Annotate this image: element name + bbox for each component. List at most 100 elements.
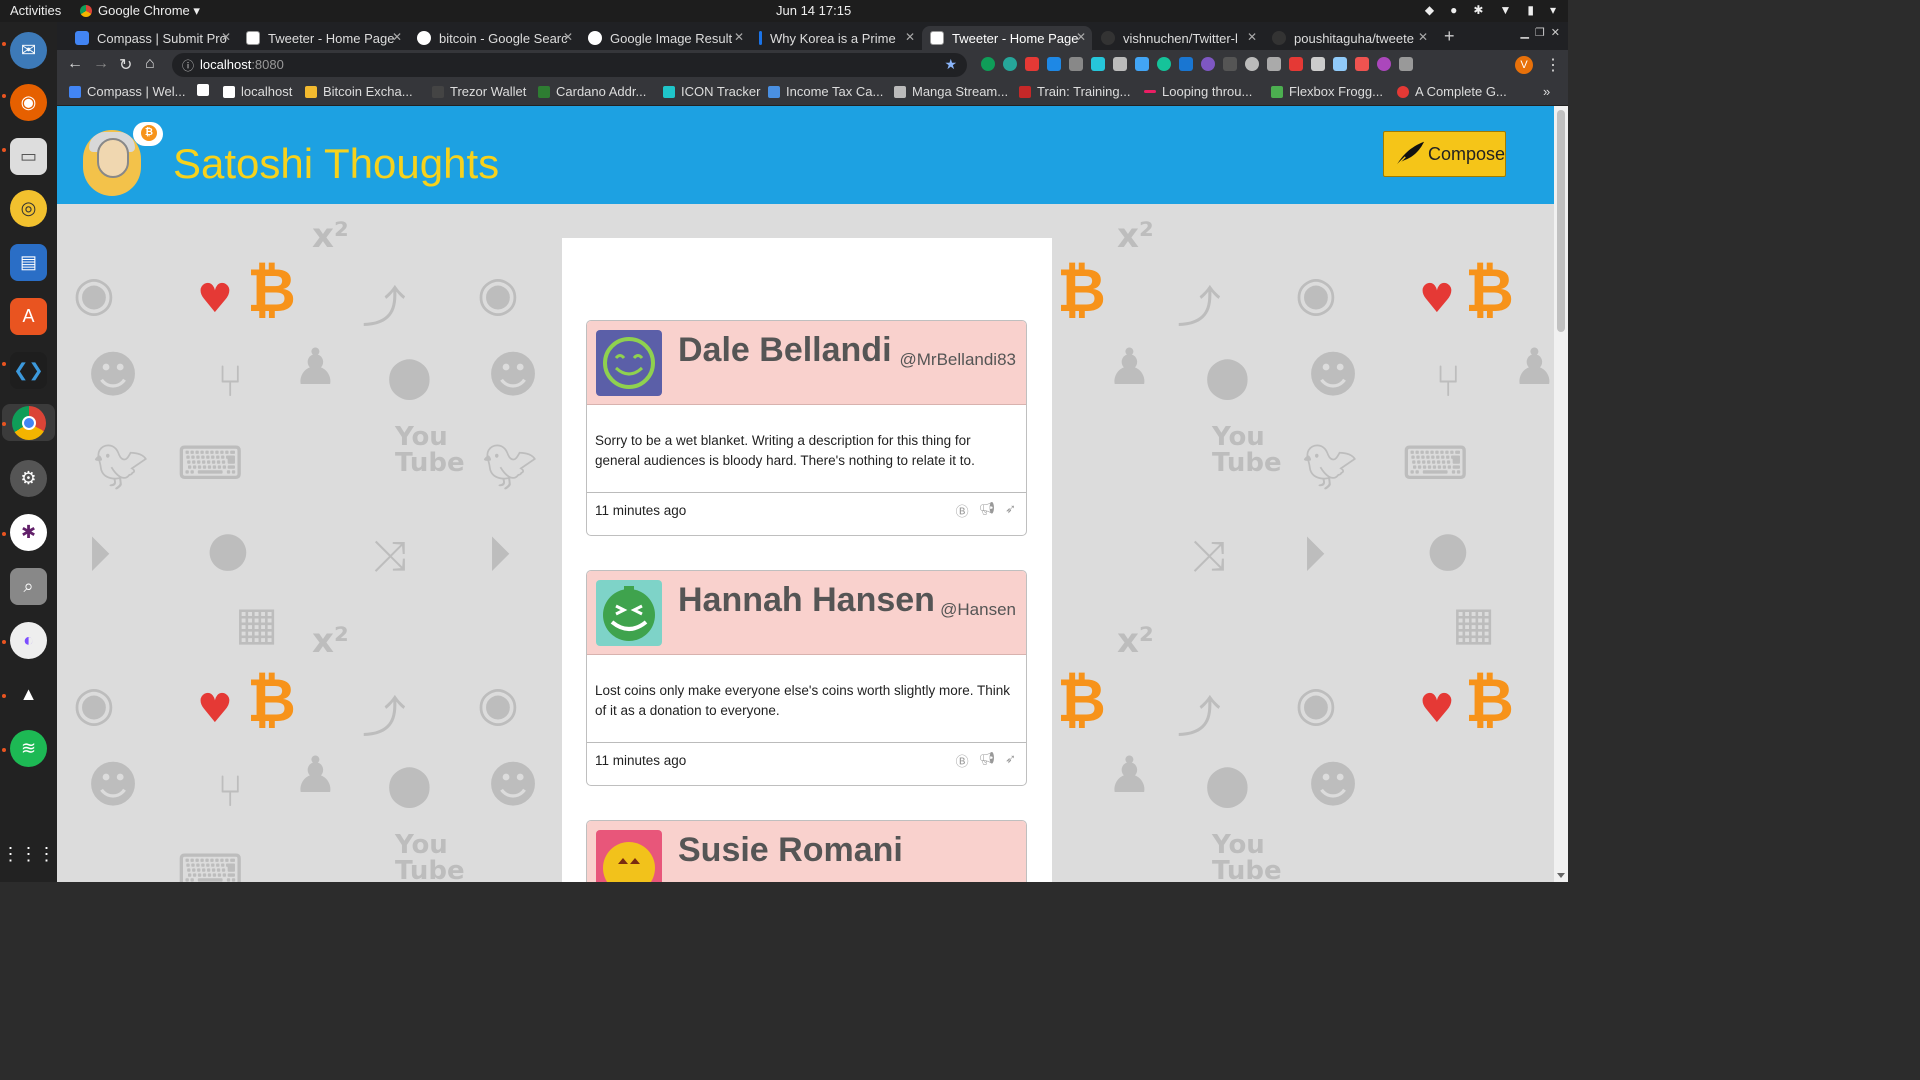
rhythmbox-icon[interactable]: ◎ [10,190,47,227]
send-action-icon[interactable]: ➶ [1005,751,1016,770]
software-center-icon[interactable]: A [10,298,47,335]
close-tab-icon[interactable]: ✕ [563,30,573,44]
close-tab-icon[interactable]: ✕ [1418,30,1428,44]
files-icon[interactable]: ▭ [10,138,47,175]
tab[interactable]: Google Image Result ✕ [580,26,750,50]
close-tab-icon[interactable]: ✕ [905,30,915,44]
tab[interactable]: Why Korea is a Prime ✕ [751,26,921,50]
extension-icon[interactable] [981,57,995,71]
battery-icon[interactable]: ▮ [1527,3,1534,17]
address-bar[interactable]: ⓘ localhost:8080 ★ [172,53,967,77]
bookmark-item[interactable]: A Complete G... [1397,84,1507,99]
writer-icon[interactable]: ▤ [10,244,47,281]
close-tab-icon[interactable]: ✕ [734,30,744,44]
tab[interactable]: poushitaguha/tweete ✕ [1264,26,1434,50]
grammarly-icon[interactable] [1157,57,1171,71]
tab-active[interactable]: Tweeter - Home Page ✕ [922,26,1092,50]
profile-avatar[interactable]: V [1515,56,1533,74]
extension-icon[interactable] [1025,57,1039,71]
extension-icon[interactable] [1333,57,1347,71]
extension-icon[interactable] [1113,57,1127,71]
extension-icon[interactable] [1201,57,1215,71]
slack-tray-icon[interactable]: ✱ [1473,3,1483,17]
close-tab-icon[interactable]: ✕ [392,30,402,44]
slack-icon[interactable]: ✱ [10,514,47,551]
extension-icon[interactable] [1223,57,1237,71]
chrome-menu-icon[interactable]: ⋮ [1545,55,1561,75]
close-tab-icon[interactable]: ✕ [221,30,231,44]
thunderbird-icon[interactable]: ✉ [10,32,47,69]
vscode-icon[interactable]: ❮❯ [10,352,47,389]
extension-icon[interactable] [1135,57,1149,71]
close-tab-icon[interactable]: ✕ [1076,30,1086,44]
extension-icon[interactable] [1267,57,1281,71]
bookmark-item[interactable] [197,84,215,96]
power-menu-icon[interactable]: ▾ [1550,3,1556,17]
activities-button[interactable]: Activities [10,3,61,18]
bookmarks-overflow-icon[interactable]: » [1543,84,1550,99]
close-window-icon[interactable]: ✕ [1551,26,1560,39]
scroll-down-arrow[interactable] [1557,873,1565,878]
extension-icon[interactable] [1069,57,1083,71]
bookmark-item[interactable]: Bitcoin Excha... [305,84,413,99]
extension-icon[interactable] [1289,57,1303,71]
kolourpaint-icon[interactable]: ◐ [10,622,47,659]
user-avatar[interactable] [596,830,662,882]
bookmark-item[interactable]: Cardano Addr... [538,84,646,99]
bookmark-item[interactable]: Income Tax Ca... [768,84,883,99]
bookmark-star-icon[interactable]: ★ [944,56,957,73]
bookmark-item[interactable]: Compass | Wel... [69,84,186,99]
bookmark-item[interactable]: Trezor Wallet [432,84,526,99]
megaphone-action-icon[interactable]: 📢︎ [979,751,996,770]
page-scrollbar[interactable] [1554,106,1568,882]
scrollbar-thumb[interactable] [1557,110,1565,332]
tab[interactable]: Tweeter - Home Page ✕ [238,26,408,50]
chrome-dock-icon[interactable] [2,404,55,441]
back-icon[interactable]: ← [67,55,83,73]
dropbox-icon[interactable]: ◆ [1425,3,1434,17]
settings-icon[interactable]: ⚙ [10,460,47,497]
close-tab-icon[interactable]: ✕ [1247,30,1257,44]
new-tab-button[interactable]: + [1444,26,1455,47]
user-avatar[interactable] [596,330,662,396]
chrome-tray-icon[interactable]: ● [1450,3,1457,17]
bookmark-item[interactable]: Flexbox Frogg... [1271,84,1383,99]
show-applications-icon[interactable]: ⋮⋮⋮ [2,836,56,873]
home-icon[interactable]: ⌂ [145,55,155,73]
tab[interactable]: Compass | Submit Pro ✕ [67,26,237,50]
extension-icon[interactable] [1399,57,1413,71]
extension-icon[interactable] [1047,57,1061,71]
wifi-icon[interactable]: ▼ [1499,3,1511,17]
bookmark-item[interactable]: localhost [223,84,292,99]
firefox-icon[interactable]: ◉ [10,84,47,121]
spotify-icon[interactable]: ≋ [10,730,47,767]
bitcoin-action-icon[interactable]: Ⓑ [956,501,969,520]
compose-button[interactable]: Compose [1383,131,1506,177]
system-tray[interactable]: ◆ ● ✱ ▼ ▮ ▾ [1425,3,1556,17]
forward-icon[interactable]: → [93,55,109,73]
extension-icon[interactable] [1091,57,1105,71]
reload-icon[interactable]: ↻ [119,55,132,75]
extension-icon[interactable] [1377,57,1391,71]
tab[interactable]: bitcoin - Google Searc ✕ [409,26,579,50]
bookmark-item[interactable]: Train: Training... [1019,84,1130,99]
minimize-icon[interactable]: ▁ [1520,26,1528,39]
send-action-icon[interactable]: ➶ [1005,501,1016,520]
user-avatar[interactable] [596,580,662,646]
site-info-icon[interactable]: ⓘ [182,57,194,74]
extension-icon[interactable] [1311,57,1325,71]
bitcoin-action-icon[interactable]: Ⓑ [956,751,969,770]
tab[interactable]: vishnuchen/Twitter-l ✕ [1093,26,1263,50]
app-menu[interactable]: Google Chrome ▾ [80,3,200,19]
inkscape-icon[interactable]: ▲ [10,676,47,713]
extension-icon[interactable] [1179,57,1193,71]
extension-icon[interactable] [1245,57,1259,71]
clock[interactable]: Jun 14 17:15 [776,3,851,18]
bookmark-item[interactable]: Looping throu... [1144,84,1252,99]
extension-icon[interactable] [1003,57,1017,71]
bookmark-item[interactable]: Manga Stream... [894,84,1008,99]
megaphone-action-icon[interactable]: 📢︎ [979,501,996,520]
maximize-icon[interactable]: ❐ [1535,26,1545,39]
screenshot-icon[interactable]: ⌕ [10,568,47,605]
bookmark-item[interactable]: ICON Tracker [663,84,760,99]
